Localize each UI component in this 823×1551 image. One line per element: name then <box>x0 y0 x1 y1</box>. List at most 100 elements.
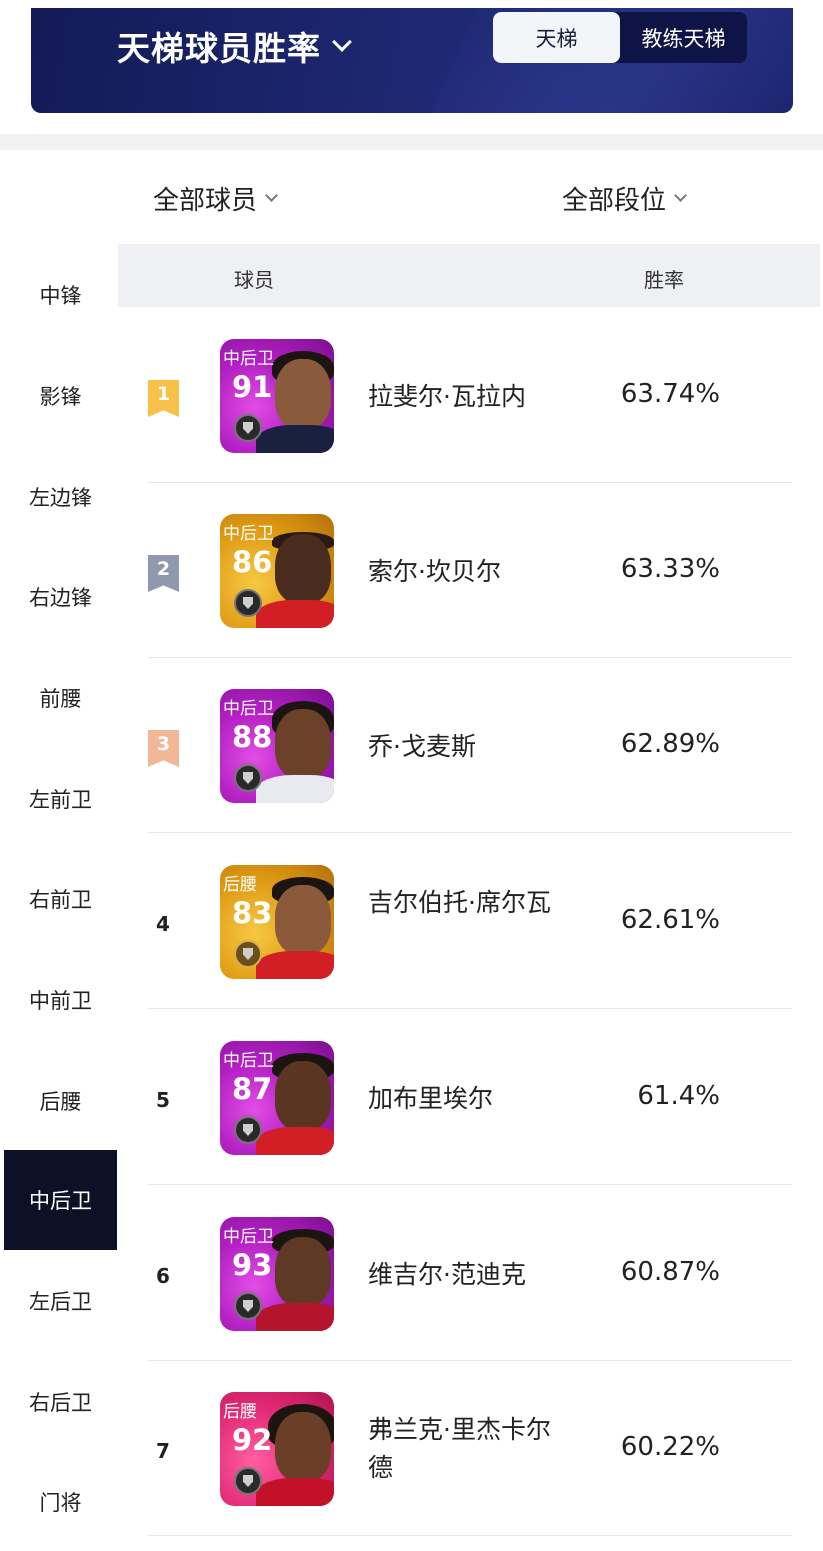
page-title-dropdown[interactable]: 天梯球员胜率 <box>117 22 352 70</box>
card-position: 中后卫 <box>223 524 274 544</box>
player-name: 索尔·坎贝尔 <box>368 557 501 586</box>
row-divider <box>148 1535 792 1536</box>
sidebar-item-st[interactable]: 中锋 <box>4 245 117 345</box>
player-shirt <box>256 425 334 453</box>
row-divider <box>148 1008 792 1009</box>
player-filter-dropdown[interactable]: 全部球员 <box>153 180 278 217</box>
card-position: 中后卫 <box>223 349 274 369</box>
sidebar-item-ss[interactable]: 影锋 <box>4 346 117 446</box>
shield-icon <box>234 1467 262 1495</box>
sidebar-item-cb[interactable]: 中后卫 <box>4 1150 117 1250</box>
sidebar-item-rwf[interactable]: 右边锋 <box>4 547 117 647</box>
rank-ribbon: 2 <box>148 555 179 592</box>
shield-icon <box>234 589 262 617</box>
table-row[interactable]: 6 中后卫 93 维吉尔·范迪克 60.87% <box>118 1186 820 1361</box>
player-card[interactable]: 中后卫 93 <box>220 1217 334 1331</box>
player-shirt <box>256 1478 334 1506</box>
shield-icon <box>234 1292 262 1320</box>
card-rating: 93 <box>232 1248 273 1282</box>
divider-band <box>0 134 823 150</box>
player-shirt <box>256 1303 334 1331</box>
player-portrait <box>275 1061 331 1131</box>
card-rating: 87 <box>232 1072 273 1106</box>
sidebar-item-rb[interactable]: 右后卫 <box>4 1352 117 1452</box>
player-portrait <box>275 534 331 604</box>
table-row[interactable]: 1 中后卫 91 拉斐尔·瓦拉内 63.74% <box>118 308 820 483</box>
card-rating: 91 <box>232 370 273 404</box>
player-name: 弗兰克·里杰卡尔德 <box>368 1415 551 1482</box>
player-portrait <box>275 885 331 955</box>
player-card[interactable]: 中后卫 87 <box>220 1041 334 1155</box>
tab-coach-ladder[interactable]: 教练天梯 <box>620 12 747 63</box>
header-banner: 天梯球员胜率 天梯 教练天梯 <box>31 8 793 113</box>
win-rate: 61.4% <box>637 1081 720 1111</box>
column-header-player: 球员 <box>234 268 274 292</box>
rank-number: 5 <box>156 1088 170 1112</box>
table-row[interactable]: 3 中后卫 88 乔·戈麦斯 62.89% <box>118 658 820 833</box>
player-shirt <box>256 775 334 803</box>
rank-ribbon: 1 <box>148 380 179 417</box>
row-divider <box>148 1184 792 1185</box>
win-rate: 62.89% <box>620 729 720 759</box>
chevron-down-icon <box>265 189 278 202</box>
row-divider <box>148 832 792 833</box>
card-rating: 86 <box>232 545 273 579</box>
card-rating: 92 <box>232 1423 273 1457</box>
sidebar-item-amf[interactable]: 前腰 <box>4 648 117 748</box>
sidebar-item-gk[interactable]: 门将 <box>4 1452 117 1551</box>
table-row[interactable]: 5 中后卫 87 加布里埃尔 61.4% <box>118 1010 820 1185</box>
player-name: 拉斐尔·瓦拉内 <box>368 382 526 411</box>
player-name: 加布里埃尔 <box>368 1084 494 1113</box>
page: 天梯球员胜率 天梯 教练天梯 全部球员 全部段位 中锋 影锋 左边锋 右边锋 前… <box>0 0 823 1551</box>
rank-ribbon: 3 <box>148 730 179 767</box>
sidebar-item-rmf[interactable]: 右前卫 <box>4 849 117 949</box>
player-portrait <box>275 359 331 429</box>
player-card[interactable]: 后腰 83 <box>220 865 334 979</box>
sidebar-item-cmf[interactable]: 中前卫 <box>4 950 117 1050</box>
table-row[interactable]: 4 后腰 83 吉尔伯托·席尔瓦 62.61% <box>118 834 820 1009</box>
win-rate: 63.74% <box>620 379 720 409</box>
player-card[interactable]: 中后卫 88 <box>220 689 334 803</box>
win-rate: 60.22% <box>620 1432 720 1462</box>
table-row[interactable]: 7 后腰 92 弗兰克·里杰卡尔德 60.22% <box>118 1361 820 1536</box>
card-position: 中后卫 <box>223 1227 274 1247</box>
card-rating: 88 <box>232 720 273 754</box>
win-rate: 63.33% <box>620 554 720 584</box>
player-name: 吉尔伯托·席尔瓦 <box>368 888 551 917</box>
player-card[interactable]: 中后卫 86 <box>220 514 334 628</box>
player-shirt <box>256 600 334 628</box>
rank-number: 6 <box>156 1264 170 1288</box>
player-shirt <box>256 1127 334 1155</box>
chevron-down-icon <box>674 189 687 202</box>
rank-filter-dropdown[interactable]: 全部段位 <box>562 180 687 217</box>
ladder-toggle: 天梯 教练天梯 <box>493 12 747 63</box>
card-position: 后腰 <box>223 1402 257 1422</box>
chevron-down-icon <box>332 32 352 52</box>
sidebar-item-lwf[interactable]: 左边锋 <box>4 447 117 547</box>
card-rating: 83 <box>232 896 273 930</box>
card-position: 后腰 <box>223 875 257 895</box>
shield-icon <box>234 764 262 792</box>
column-header-win-rate: 胜率 <box>644 268 684 292</box>
sidebar-item-lmf[interactable]: 左前卫 <box>4 749 117 849</box>
card-position: 中后卫 <box>223 699 274 719</box>
player-card[interactable]: 后腰 92 <box>220 1392 334 1506</box>
rank-filter-label: 全部段位 <box>562 186 667 216</box>
player-shirt <box>256 951 334 979</box>
player-name: 乔·戈麦斯 <box>368 732 476 761</box>
position-sidebar: 中锋 影锋 左边锋 右边锋 前腰 左前卫 右前卫 中前卫 后腰 中后卫 左后卫 … <box>4 245 117 1551</box>
shield-icon <box>234 1116 262 1144</box>
win-rate: 60.87% <box>620 1257 720 1287</box>
player-card[interactable]: 中后卫 91 <box>220 339 334 453</box>
table-header: 球员 胜率 <box>118 244 820 307</box>
table-row[interactable]: 2 中后卫 86 索尔·坎贝尔 63.33% <box>118 483 820 658</box>
tab-ladder[interactable]: 天梯 <box>493 12 620 63</box>
shield-icon <box>234 940 262 968</box>
card-position: 中后卫 <box>223 1051 274 1071</box>
sidebar-item-dmf[interactable]: 后腰 <box>4 1051 117 1151</box>
player-name: 维吉尔·范迪克 <box>368 1260 526 1289</box>
win-rate: 62.61% <box>620 905 720 935</box>
page-title: 天梯球员胜率 <box>117 29 321 68</box>
sidebar-item-lb[interactable]: 左后卫 <box>4 1251 117 1351</box>
rank-number: 4 <box>156 912 170 936</box>
